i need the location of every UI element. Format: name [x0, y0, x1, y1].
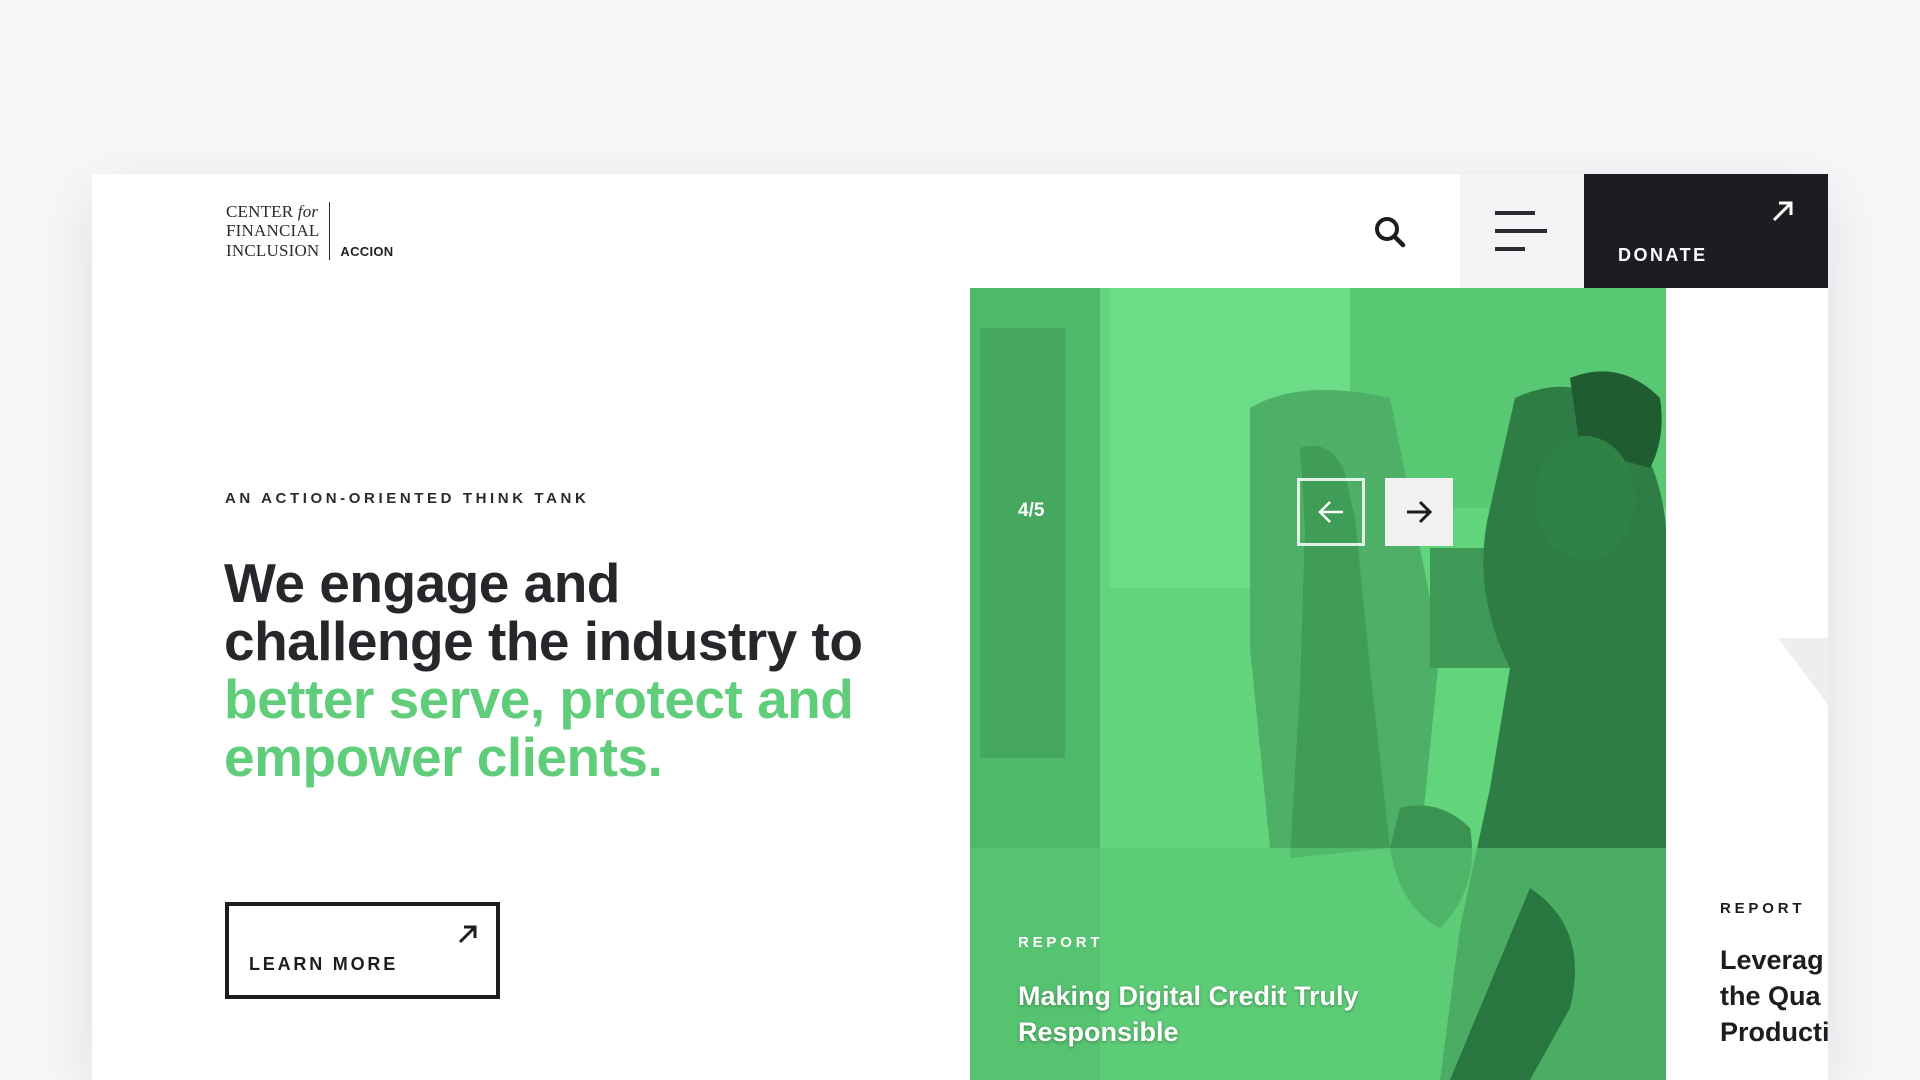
site-logo[interactable]: CENTER for FINANCIAL INCLUSION ACCION [226, 201, 394, 260]
search-button[interactable] [1362, 204, 1418, 260]
hero-headline: We engage and challenge the industry to … [224, 554, 864, 786]
carousel-counter: 4/5 [1018, 500, 1045, 521]
learn-more-label: LEARN MORE [249, 954, 398, 974]
browser-frame: CENTER for FINANCIAL INCLUSION ACCION DO… [92, 174, 1828, 1080]
slide-title[interactable]: Making Digital Credit Truly Responsible [1018, 978, 1438, 1050]
slide-category: REPORT [1018, 934, 1104, 951]
arrow-right-icon [1407, 500, 1433, 524]
menu-button[interactable] [1460, 174, 1584, 288]
arrow-up-right-icon [458, 925, 477, 944]
logo-partner: ACCION [340, 244, 394, 259]
logo-line-1-italic: for [297, 201, 319, 221]
next-carousel-card[interactable]: REPORT Leverag the Qua Producti [1666, 288, 1828, 1080]
learn-more-button[interactable]: LEARN MORE [225, 902, 500, 999]
next-card-graphic [1778, 638, 1828, 705]
carousel-next-button[interactable] [1385, 478, 1453, 546]
hero-eyebrow: AN ACTION-ORIENTED THINK TANK [225, 490, 590, 507]
arrow-up-right-icon [1772, 201, 1793, 222]
carousel-slide[interactable]: 4/5 REPORT Making Digital Credit Truly R… [970, 288, 1666, 1080]
search-icon [1375, 217, 1406, 248]
carousel-prev-button[interactable] [1297, 478, 1365, 546]
next-card-title: Leverag the Qua Producti [1720, 945, 1828, 1047]
arrow-left-icon [1318, 501, 1343, 523]
headline-plain: We engage and challenge the industry to [224, 552, 863, 672]
logo-line-1: CENTER [226, 201, 294, 221]
hamburger-menu-icon [1495, 211, 1547, 251]
site-header: CENTER for FINANCIAL INCLUSION ACCION DO… [92, 174, 1828, 288]
logo-line-3: INCLUSION [226, 240, 320, 260]
slide-photo [970, 288, 1666, 1080]
donate-label: DONATE [1618, 245, 1708, 265]
logo-line-2: FINANCIAL [226, 221, 320, 240]
logo-wordmark: CENTER for FINANCIAL INCLUSION [226, 201, 331, 260]
donate-button[interactable]: DONATE [1584, 174, 1828, 288]
next-card-category: REPORT [1720, 900, 1806, 917]
headline-accent: better serve, protect and empower client… [224, 668, 854, 788]
